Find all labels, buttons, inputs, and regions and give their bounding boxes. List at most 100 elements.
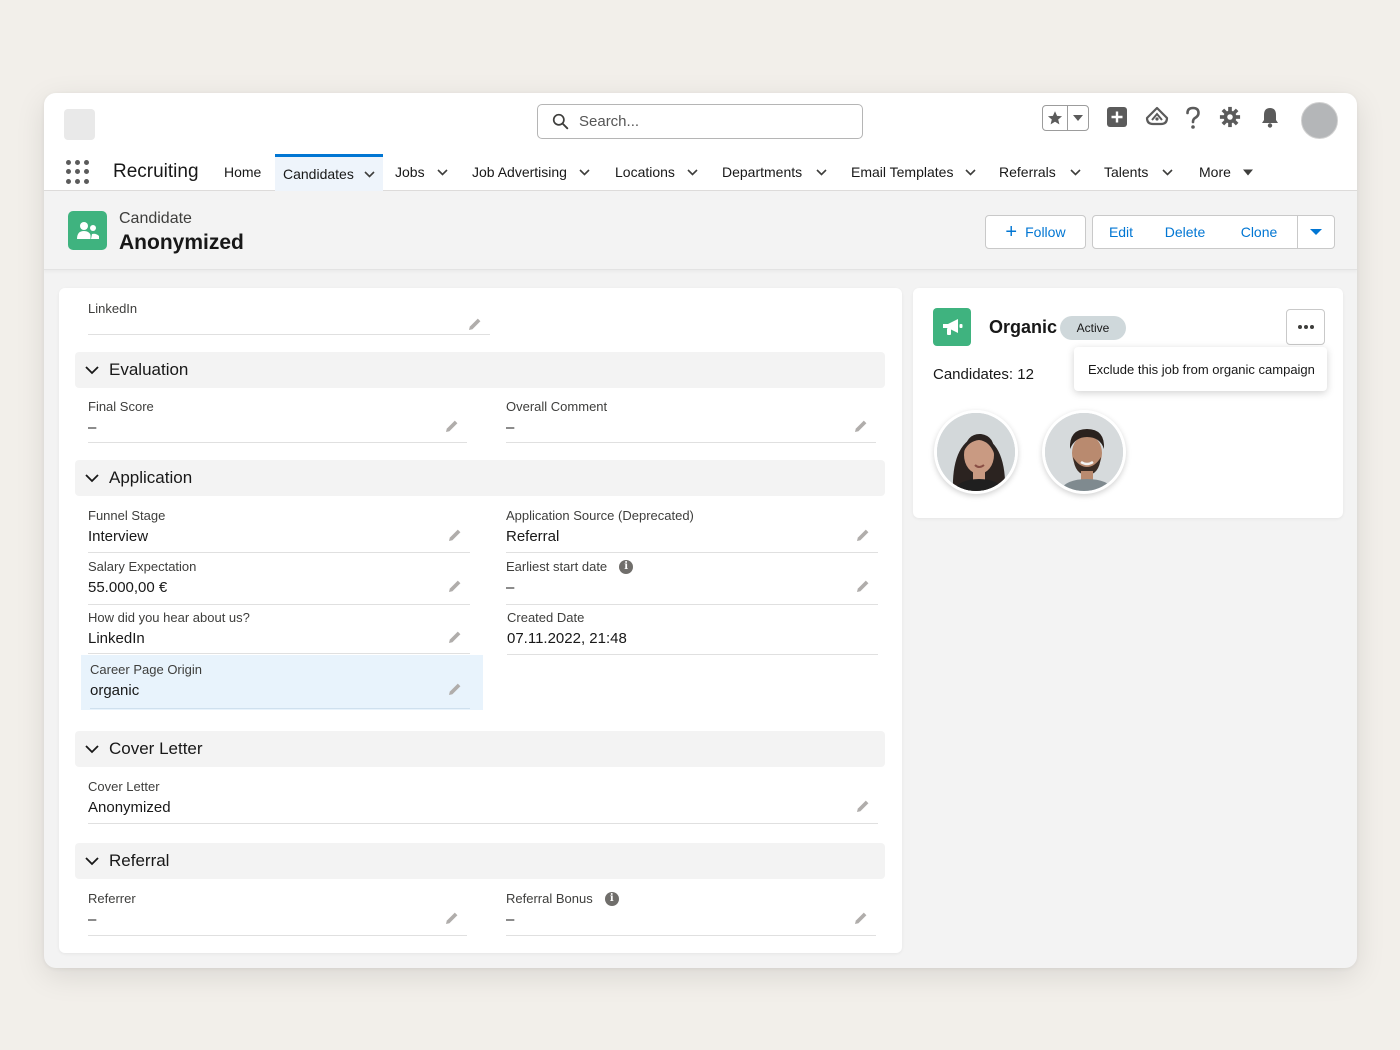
org-logo[interactable]	[64, 109, 95, 140]
nav-item-locations[interactable]: Locations	[615, 153, 698, 191]
field-label: Earliest start date i	[506, 559, 634, 574]
info-icon[interactable]: i	[619, 559, 634, 574]
chevron-down-icon[interactable]	[364, 170, 375, 178]
nav-item-label: Referrals	[999, 164, 1056, 180]
nav-item-talents[interactable]: Talents	[1104, 153, 1173, 191]
info-icon[interactable]: i	[604, 891, 619, 906]
pencil-icon[interactable]	[856, 579, 870, 593]
chevron-down-icon	[85, 856, 99, 865]
app-launcher-icon[interactable]	[66, 160, 90, 184]
help-icon[interactable]	[1183, 105, 1203, 131]
field-label: Funnel Stage	[88, 508, 166, 523]
nav-item-referrals[interactable]: Referrals	[999, 153, 1081, 191]
pencil-icon[interactable]	[445, 419, 459, 433]
chevron-down-icon[interactable]	[1242, 169, 1253, 176]
user-avatar[interactable]	[1301, 102, 1338, 139]
follow-button[interactable]: + Follow	[985, 215, 1086, 249]
star-icon[interactable]	[1043, 106, 1068, 130]
pencil-icon[interactable]	[448, 682, 462, 696]
nav-item-email-templates[interactable]: Email Templates	[851, 153, 977, 191]
search-placeholder: Search...	[579, 113, 640, 130]
campaign-name[interactable]: Organic	[989, 317, 1057, 338]
field-value: –	[506, 579, 515, 596]
nav-item-jobs[interactable]: Jobs	[395, 153, 448, 191]
field-label: Overall Comment	[506, 399, 608, 414]
pencil-icon[interactable]	[856, 799, 870, 813]
field-label-text: Earliest start date	[506, 559, 608, 574]
chevron-down-icon[interactable]	[1162, 168, 1173, 176]
pencil-icon[interactable]	[854, 419, 868, 433]
pencil-icon[interactable]	[448, 630, 462, 644]
chevron-down-icon[interactable]	[1068, 106, 1088, 130]
clone-button[interactable]: Clone	[1221, 215, 1298, 249]
section-evaluation[interactable]: Evaluation	[75, 352, 885, 388]
section-title: Cover Letter	[109, 739, 203, 758]
menu-item-exclude[interactable]: Exclude this job from organic campaign	[1088, 362, 1315, 377]
chevron-down-icon[interactable]	[965, 168, 977, 176]
chevron-down-icon[interactable]	[816, 168, 827, 176]
field-value: Anonymized	[88, 799, 171, 816]
section-title: Referral	[109, 851, 170, 870]
field-linkedin: LinkedIn	[88, 301, 490, 335]
nav-item-home[interactable]: Home	[224, 153, 261, 191]
more-dots-icon[interactable]	[1286, 309, 1325, 345]
field-value: Interview	[88, 528, 149, 545]
nav-item-more[interactable]: More	[1199, 153, 1253, 191]
favorites-button-group	[1042, 105, 1089, 131]
field-how-did-you-hear: How did you hear about us? LinkedIn	[88, 610, 470, 654]
field-label: Career Page Origin	[90, 662, 202, 677]
nav-item-departments[interactable]: Departments	[722, 153, 827, 191]
record-type: Candidate	[119, 210, 192, 227]
field-value: –	[506, 419, 515, 436]
field-salary-expectation: Salary Expectation 55.000,00 €	[88, 559, 470, 605]
megaphone-icon	[933, 308, 971, 346]
candidate-avatar[interactable]	[934, 410, 1018, 494]
field-earliest-start-date: Earliest start date i –	[506, 559, 878, 605]
search-input[interactable]: Search...	[537, 104, 863, 139]
delete-button[interactable]: Delete	[1149, 215, 1222, 249]
pencil-icon[interactable]	[856, 528, 870, 542]
nav-item-label: Candidates	[283, 166, 354, 182]
field-value: organic	[90, 682, 140, 699]
pencil-icon[interactable]	[448, 528, 462, 542]
field-value: Referral	[506, 528, 560, 545]
campaign-card: Organic Active Candidates: 12 Exclude th…	[913, 288, 1343, 518]
chevron-down-icon[interactable]	[1070, 168, 1081, 176]
record-header: Candidate Anonymized + Follow Edit Delet…	[44, 191, 1357, 270]
details-card: LinkedIn Evaluation Final Score – Overal…	[59, 288, 902, 953]
nav-item-label: Jobs	[395, 164, 425, 180]
add-icon[interactable]	[1105, 105, 1129, 129]
chevron-down-icon[interactable]	[437, 168, 448, 176]
pencil-icon[interactable]	[468, 317, 482, 331]
trailhead-icon[interactable]	[1144, 105, 1170, 129]
field-created-date: Created Date 07.11.2022, 21:48	[507, 610, 878, 655]
more-actions-button[interactable]	[1297, 215, 1335, 249]
field-label: Salary Expectation	[88, 559, 197, 574]
app-name: Recruiting	[113, 161, 199, 182]
field-overall-comment: Overall Comment –	[506, 399, 876, 443]
section-title: Application	[109, 468, 193, 487]
field-cover-letter: Cover Letter Anonymized	[88, 779, 878, 824]
bell-icon[interactable]	[1259, 105, 1281, 129]
gear-icon[interactable]	[1218, 105, 1242, 129]
chevron-down-icon[interactable]	[687, 168, 698, 176]
section-application[interactable]: Application	[75, 460, 885, 496]
pencil-icon[interactable]	[448, 579, 462, 593]
field-label: Application Source (Deprecated)	[506, 508, 694, 523]
field-value: –	[88, 419, 97, 436]
nav-item-job-advertising[interactable]: Job Advertising	[472, 153, 590, 191]
field-value: –	[88, 911, 97, 928]
field-label: Referral Bonus i	[506, 891, 619, 906]
chevron-down-icon	[85, 473, 99, 482]
section-cover-letter[interactable]: Cover Letter	[75, 731, 885, 767]
candidate-avatar[interactable]	[1042, 410, 1126, 494]
chevron-down-icon[interactable]	[579, 168, 590, 176]
pencil-icon[interactable]	[445, 911, 459, 925]
pencil-icon[interactable]	[854, 911, 868, 925]
field-referrer: Referrer –	[88, 891, 467, 936]
nav-item-label: Home	[224, 164, 262, 180]
field-value: –	[506, 911, 515, 928]
nav-item-candidates[interactable]: Candidates	[275, 154, 383, 191]
edit-button[interactable]: Edit	[1092, 215, 1150, 249]
section-referral[interactable]: Referral	[75, 843, 885, 879]
